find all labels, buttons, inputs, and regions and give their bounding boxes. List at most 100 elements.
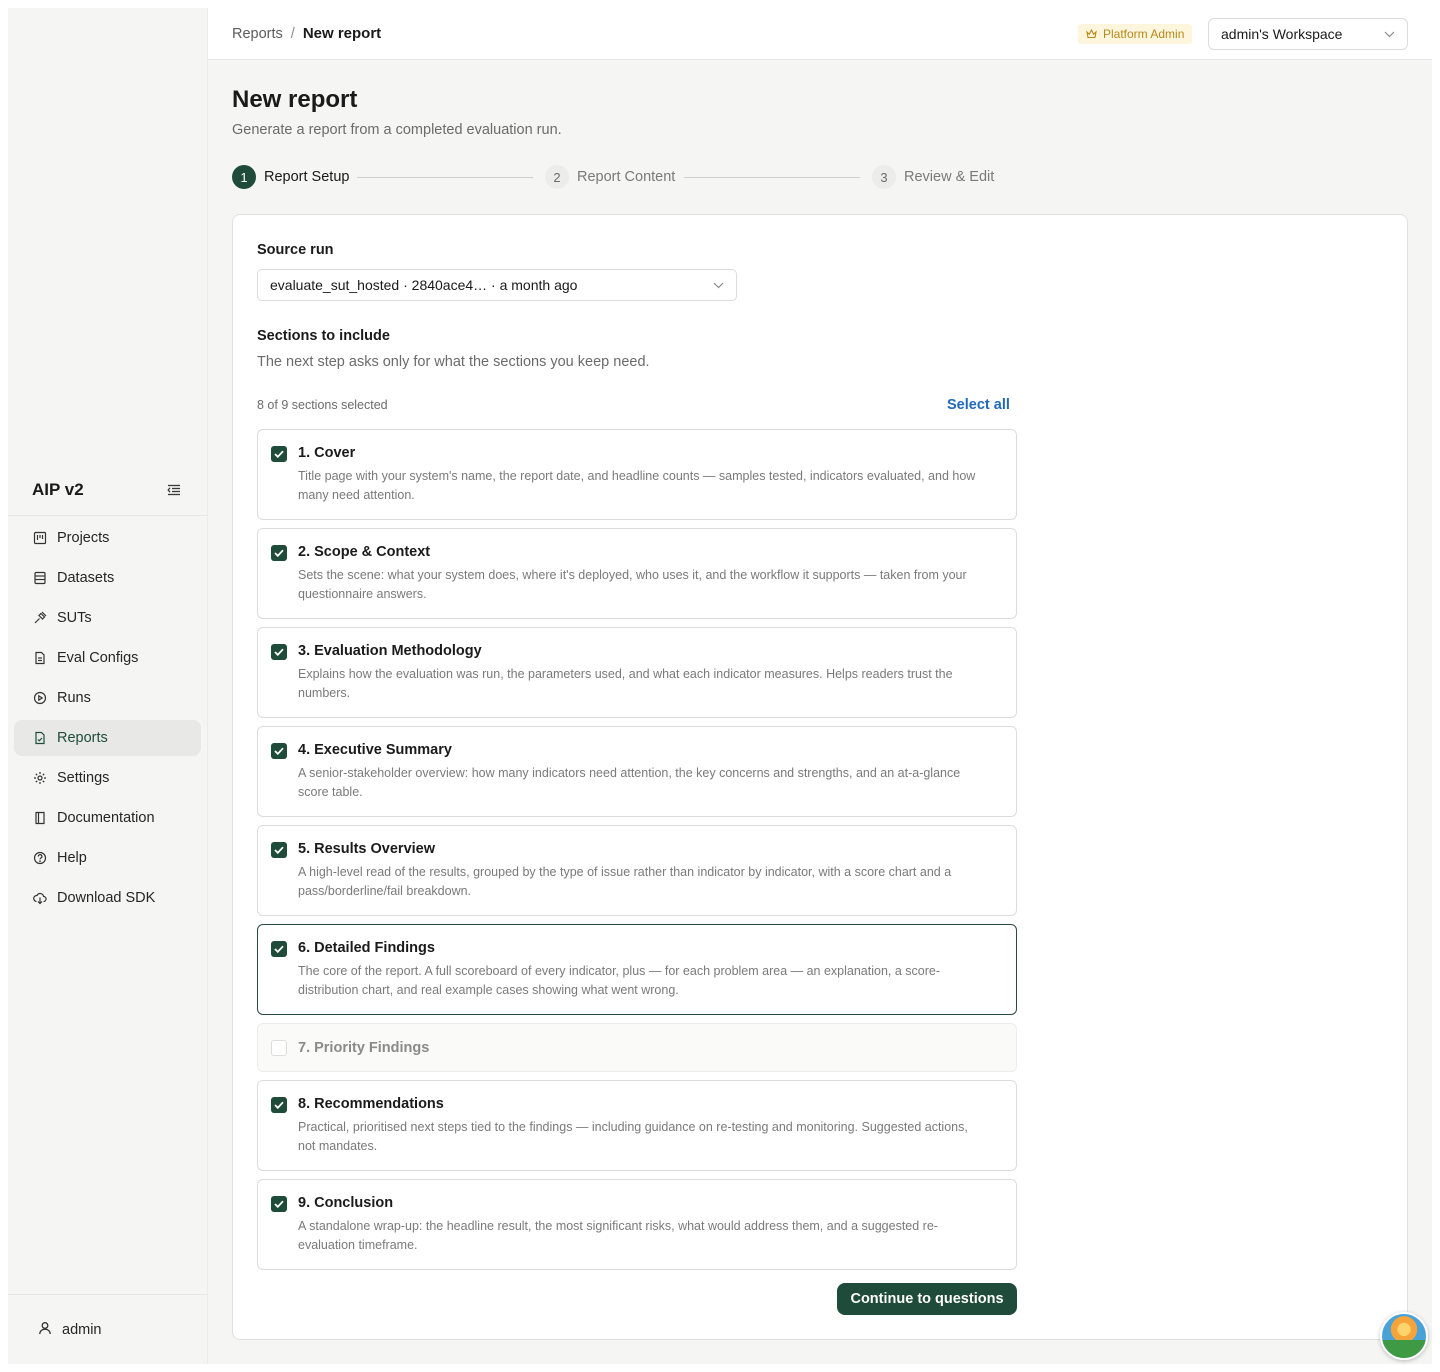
source-run-select[interactable]: evaluate_sut_hosted · 2840ace4… · a mont… — [257, 269, 737, 301]
section-title: 9. Conclusion — [298, 1195, 394, 1211]
page-title: New report — [232, 86, 358, 113]
sidebar-item-label: SUTs — [57, 610, 92, 626]
sidebar-item-label: Eval Configs — [57, 650, 139, 666]
check-icon — [274, 747, 284, 755]
step-connector — [684, 177, 860, 178]
page-subtitle: Generate a report from a completed evalu… — [232, 122, 562, 138]
section-option[interactable]: 4. Executive Summary A senior-stakeholder… — [257, 726, 1017, 817]
breadcrumb-reports[interactable]: Reports — [232, 26, 283, 42]
section-title: 2. Scope & Context — [298, 544, 431, 560]
sidebar-item-projects[interactable]: Projects — [14, 520, 201, 556]
sidebar-item-reports[interactable]: Reports — [14, 720, 201, 756]
section-description: Title page with your system's name, the … — [298, 469, 976, 502]
section-description: A high-level read of the results, groupe… — [298, 865, 952, 898]
section-checkbox-checked[interactable] — [271, 842, 287, 858]
section-title: 6. Detailed Findings — [298, 940, 435, 956]
continue-to-questions-button[interactable]: Continue to questions — [837, 1283, 1017, 1315]
stepper: 1 Report Setup 2 Report Content 3 Review… — [232, 165, 1002, 191]
sidebar-item-label: Runs — [57, 690, 91, 706]
sidebar-item-documentation[interactable]: Documentation — [14, 800, 201, 836]
download-sdk-icon — [32, 891, 47, 906]
sidebar-item-suts[interactable]: SUTs — [14, 600, 201, 636]
section-title: 8. Recommendations — [298, 1096, 444, 1112]
user-name: admin — [62, 1321, 102, 1338]
suts-icon — [32, 611, 47, 626]
section-checkbox-unchecked[interactable] — [271, 1040, 287, 1056]
section-option[interactable]: 2. Scope & Context Sets the scene: what y… — [257, 528, 1017, 619]
section-checkbox-checked[interactable] — [271, 1196, 287, 1212]
reports-icon — [32, 731, 47, 746]
workspace-select[interactable]: admin's Workspace — [1208, 18, 1408, 50]
check-icon — [274, 1200, 284, 1208]
sidebar-item-settings[interactable]: Settings — [14, 760, 201, 796]
step-report-setup[interactable]: 1 Report Setup — [232, 165, 349, 189]
section-checkbox-checked[interactable] — [271, 545, 287, 561]
check-icon — [274, 1101, 284, 1109]
check-icon — [274, 846, 284, 854]
sidebar-item-eval-configs[interactable]: Eval Configs — [14, 640, 201, 676]
section-description: The core of the report. A full scoreboar… — [298, 964, 941, 997]
sidebar-item-runs[interactable]: Runs — [14, 680, 201, 716]
sidebar-item-label: Datasets — [57, 570, 115, 586]
section-description: A standalone wrap-up: the headline resul… — [298, 1219, 938, 1252]
section-checkbox-checked[interactable] — [271, 743, 287, 759]
section-option[interactable]: 9. Conclusion A standalone wrap-up: the h… — [257, 1179, 1017, 1270]
sidebar-item-label: Help — [57, 850, 87, 866]
documentation-icon — [32, 811, 47, 826]
section-description: Practical, prioritised next steps tied t… — [298, 1120, 968, 1153]
section-option[interactable]: 1. Cover Title page with your system's na… — [257, 429, 1017, 520]
assistant-avatar[interactable] — [1380, 1312, 1428, 1360]
sidebar-item-label: Projects — [57, 530, 110, 546]
check-icon — [274, 549, 284, 557]
step-review-edit[interactable]: 3 Review & Edit — [872, 165, 994, 189]
help-icon — [32, 851, 47, 866]
sections-label: Sections to include — [257, 328, 390, 344]
sidebar-item-help[interactable]: Help — [14, 840, 201, 876]
runs-icon — [32, 691, 47, 706]
section-description: Explains how the evaluation was run, the… — [298, 667, 953, 700]
section-title: 5. Results Overview — [298, 841, 436, 857]
section-option[interactable]: 8. Recommendations Practical, prioritised… — [257, 1080, 1017, 1171]
section-option[interactable]: 6. Detailed Findings The core of the repo… — [257, 924, 1017, 1015]
section-option[interactable]: 5. Results Overview A high-level read of … — [257, 825, 1017, 916]
platform-admin-badge: Platform Admin — [1078, 24, 1193, 44]
section-checkbox-checked[interactable] — [271, 644, 287, 660]
section-title: 3. Evaluation Methodology — [298, 643, 482, 659]
workspace-value: admin's Workspace — [1221, 26, 1343, 42]
step-number: 2 — [545, 165, 569, 189]
sections-help: The next step asks only for what the sec… — [257, 354, 650, 370]
sidebar-nav: Projects Datasets SUTs Eval Configs Runs Repo… — [14, 520, 201, 920]
sidebar-item-download-sdk[interactable]: Download SDK — [14, 880, 201, 916]
sidebar: AIP v2 Projects Datasets SUTs Eval Configs R… — [8, 8, 208, 1364]
step-connector — [357, 177, 533, 178]
section-option[interactable]: 3. Evaluation Methodology Explains how th… — [257, 627, 1017, 718]
check-icon — [274, 648, 284, 656]
select-all-link[interactable]: Select all — [947, 397, 1010, 413]
step-report-content[interactable]: 2 Report Content — [545, 165, 675, 189]
step-label: Report Setup — [264, 169, 350, 185]
breadcrumb: Reports / New report — [232, 25, 381, 42]
report-setup-card: Source run evaluate_sut_hosted · 2840ace… — [232, 214, 1408, 1340]
step-label: Report Content — [577, 169, 676, 185]
sidebar-item-label: Reports — [57, 730, 108, 746]
crown-icon — [1086, 29, 1097, 39]
user-icon — [38, 1321, 52, 1339]
step-label: Review & Edit — [904, 169, 995, 185]
collapse-sidebar-icon[interactable] — [165, 481, 183, 499]
breadcrumb-separator: / — [290, 25, 295, 42]
eval-configs-icon — [32, 651, 47, 666]
section-checkbox-checked[interactable] — [271, 1097, 287, 1113]
user-menu[interactable]: admin — [8, 1294, 207, 1364]
sidebar-item-datasets[interactable]: Datasets — [14, 560, 201, 596]
section-title: 7. Priority Findings — [298, 1040, 430, 1056]
section-description: Sets the scene: what your system does, w… — [298, 568, 967, 601]
section-checkbox-checked[interactable] — [271, 941, 287, 957]
section-title: 1. Cover — [298, 445, 356, 461]
role-badge-label: Platform Admin — [1103, 27, 1185, 41]
section-option[interactable]: 7. Priority Findings — [257, 1023, 1017, 1072]
section-checkbox-checked[interactable] — [271, 446, 287, 462]
sections-list: 1. Cover Title page with your system's na… — [257, 429, 1017, 1278]
step-number: 3 — [872, 165, 896, 189]
source-run-label: Source run — [257, 242, 334, 258]
brand-name: AIP v2 — [32, 479, 84, 499]
